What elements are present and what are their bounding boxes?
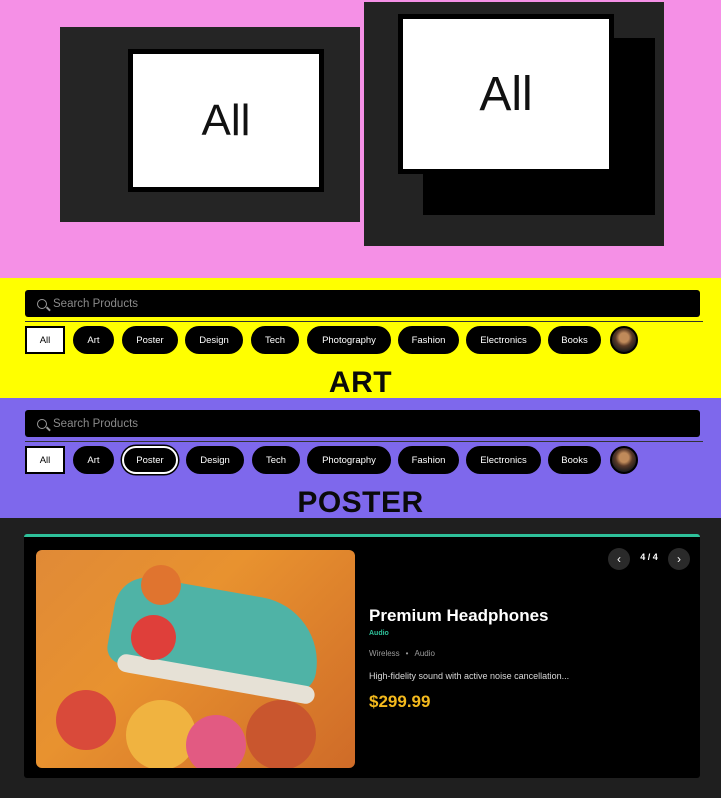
product-tags: Wireless • Audio [369,649,435,658]
filter-chip-all[interactable]: All [25,446,65,474]
filter-chip-row: All Art Poster Design Tech Photography F… [25,326,701,356]
filter-chip-photography[interactable]: Photography [307,326,391,354]
prev-button[interactable]: ‹ [608,548,630,570]
separator-dot: • [405,649,409,658]
next-button[interactable]: › [668,548,690,570]
filter-chip-design[interactable]: Design [186,446,244,474]
filter-chip-art[interactable]: Art [73,326,114,354]
chevron-left-icon: ‹ [617,552,621,566]
zoom-preview-hover: All [364,2,664,246]
filter-chip-poster[interactable]: Poster [122,326,178,354]
search-icon [37,298,47,309]
flower-decoration [246,700,316,768]
avatar[interactable] [610,446,638,474]
filter-chip-art[interactable]: Art [73,446,114,474]
product-price: $299.99 [369,692,431,711]
filter-chip-books[interactable]: Books [548,326,601,354]
filter-chip-tech[interactable]: Tech [252,446,300,474]
filter-chip-tech[interactable]: Tech [251,326,299,354]
filter-chip-electronics[interactable]: Electronics [466,326,541,354]
filter-chip-books[interactable]: Books [548,446,601,474]
filter-chip-poster[interactable]: Poster [122,446,178,474]
product-card: ‹ 4 / 4 › Premium Headphones Audio Wirel… [24,534,700,778]
product-tag: Audio [414,649,435,658]
divider [25,321,703,322]
all-button-zoomed-hover: All [398,14,614,174]
product-description: High-fidelity sound with active noise ca… [369,671,570,681]
search-input[interactable]: Search Products [25,290,700,317]
flower-decoration [56,690,116,750]
divider [25,441,703,442]
page-indicator: 4 / 4 [640,552,658,562]
filter-chip-fashion[interactable]: Fashion [398,446,459,474]
section-heading-poster: POSTER [297,486,424,519]
search-placeholder: Search Products [53,417,139,430]
filter-chip-fashion[interactable]: Fashion [398,326,459,354]
filter-band-art: Search Products All Art Poster Design Te… [0,278,721,399]
flower-decoration [141,565,181,605]
flower-decoration [131,615,176,660]
search-placeholder: Search Products [53,297,139,310]
search-input[interactable]: Search Products [25,410,700,437]
section-heading-art: ART [328,366,393,399]
product-category: Audio [369,630,389,637]
filter-band-poster: Search Products All Art Poster Design Te… [0,398,721,519]
product-section: ‹ 4 / 4 › Premium Headphones Audio Wirel… [0,518,721,798]
product-image [36,550,355,768]
filter-chip-design[interactable]: Design [185,326,243,354]
flower-decoration [186,715,246,768]
filter-chip-photography[interactable]: Photography [307,446,391,474]
search-icon [37,418,47,429]
filter-chip-all[interactable]: All [25,326,65,354]
product-tag: Wireless [369,649,400,658]
filter-chip-electronics[interactable]: Electronics [466,446,541,474]
chevron-right-icon: › [677,552,681,566]
product-title: Premium Headphones [369,606,549,625]
zoom-preview-normal: All [60,27,360,222]
zoom-preview-panel: All All [0,0,721,278]
flower-decoration [126,700,196,768]
filter-chip-row: All Art Poster Design Tech Photography F… [25,446,701,476]
all-button-zoomed: All [128,49,324,192]
avatar[interactable] [610,326,638,354]
